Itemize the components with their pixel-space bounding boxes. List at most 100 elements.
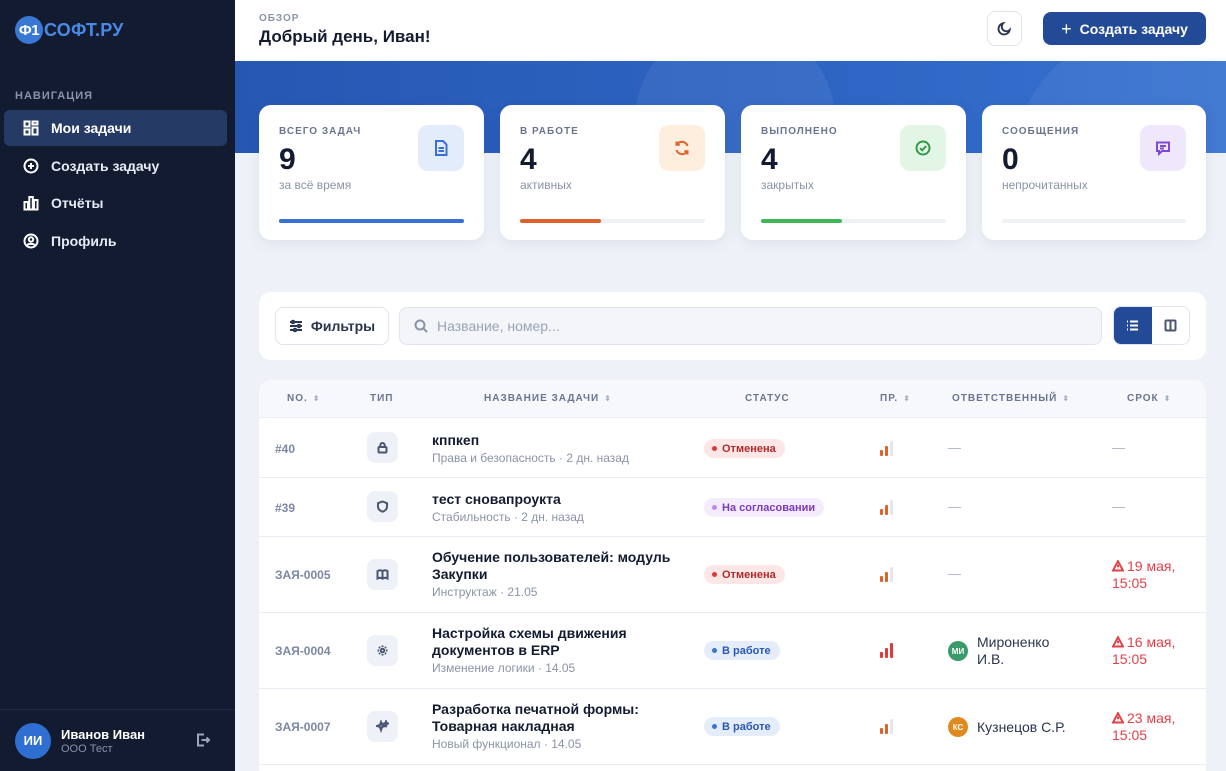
due-empty: — — [1112, 499, 1125, 514]
view-toggle — [1113, 306, 1190, 345]
tasks-table: NO. ⬍ ТИП НАЗВАНИЕ ЗАДАЧИ ⬍ СТАТУС ПР. ⬍ ОТ… — [259, 380, 1206, 771]
search-icon — [414, 319, 428, 333]
assignee[interactable]: КС Кузнецов С.Р. — [948, 717, 1066, 737]
task-title-cell: Обучение пользователей: модуль Закупки И… — [432, 549, 687, 599]
user-org: ООО Тест — [61, 742, 113, 755]
column-header-due[interactable]: СРОК ⬍ — [1127, 393, 1171, 404]
sidebar: Ф1 СОФТ.РУ НАВИГАЦИЯ Мои задачи Создать … — [0, 0, 235, 771]
sidebar-item-label: Мои задачи — [51, 120, 132, 136]
task-number[interactable]: ЗАЯ-0004 — [275, 644, 331, 658]
user-name: Иванов Иван — [61, 726, 146, 742]
task-title[interactable]: Разработка печатной формы: Товарная накл… — [432, 701, 687, 735]
sidebar-item-profile[interactable]: Профиль — [4, 223, 227, 259]
sidebar-nav: Мои задачи Создать задачу Отчёты Профиль — [4, 110, 227, 260]
sidebar-item-my-tasks[interactable]: Мои задачи — [4, 110, 227, 146]
task-title[interactable]: Настройка схемы движения документов в ER… — [432, 625, 687, 659]
sidebar-item-create-task[interactable]: Создать задачу — [4, 148, 227, 184]
column-header-title[interactable]: НАЗВАНИЕ ЗАДАЧИ ⬍ — [484, 393, 612, 404]
due-date: 16 мая, 15:05 — [1111, 634, 1176, 667]
table-row[interactable]: ЗАЯ-0007 Разработка печатной формы: Това… — [259, 689, 1206, 765]
status-badge: На согласовании — [704, 498, 825, 517]
stat-subtitle: активных — [520, 178, 572, 192]
columns-icon — [1164, 319, 1177, 332]
stat-card-done[interactable]: ВЫПОЛНЕНО 4 закрытых — [741, 105, 966, 240]
table-row[interactable]: #39 тест сновапроукта Стабильность · 2 д… — [259, 478, 1206, 537]
stat-label: ВЫПОЛНЕНО — [761, 126, 838, 137]
task-meta: Новый функционал · 14.05 — [432, 737, 582, 751]
priority-indicator — [880, 718, 896, 734]
column-header-status: СТАТУС — [745, 393, 790, 404]
moon-icon — [997, 21, 1012, 36]
logo[interactable]: Ф1 СОФТ.РУ — [15, 16, 124, 44]
table-row[interactable]: ЗАЯ-0004 Настройка схемы движения докуме… — [259, 613, 1206, 689]
stat-card-in-progress[interactable]: В РАБОТЕ 4 активных — [500, 105, 725, 240]
stat-subtitle: непрочитанных — [1002, 178, 1088, 192]
logout-icon[interactable] — [195, 732, 211, 748]
lock-icon — [367, 432, 398, 463]
assignee-name: Кузнецов С.Р. — [977, 718, 1066, 735]
stat-label: В РАБОТЕ — [520, 126, 579, 137]
stat-progress — [1002, 219, 1186, 223]
task-title[interactable]: тест сновапроукта — [432, 491, 687, 508]
task-title-cell: Настройка схемы движения документов в ER… — [432, 625, 687, 675]
task-title[interactable]: Обучение пользователей: модуль Закупки — [432, 549, 687, 583]
create-task-label: Создать задачу — [1079, 20, 1188, 37]
page-title: Добрый день, Иван! — [259, 27, 431, 46]
plus-circle-icon — [23, 158, 39, 174]
status-badge: В работе — [704, 641, 780, 660]
task-meta: Права и безопасность · 2 дн. назад — [432, 451, 629, 465]
search-box — [399, 307, 1102, 345]
board-view-button[interactable] — [1152, 307, 1190, 344]
column-header-assignee[interactable]: ОТВЕТСТВЕННЫЙ ⬍ — [952, 393, 1070, 404]
stat-card-total[interactable]: ВСЕГО ЗАДАЧ 9 за всё время — [259, 105, 484, 240]
assignee-empty: — — [948, 499, 961, 514]
task-title-cell: тест сновапроукта Стабильность · 2 дн. н… — [432, 491, 687, 524]
user-circle-icon — [23, 233, 39, 249]
assignee-empty: — — [948, 566, 961, 581]
column-header-no[interactable]: NO. ⬍ — [287, 393, 320, 404]
sliders-icon — [289, 319, 302, 333]
avatar[interactable]: ИИ — [15, 722, 51, 759]
gear-icon — [367, 635, 398, 666]
sparkle-icon — [367, 711, 398, 742]
theme-toggle-button[interactable] — [987, 11, 1022, 46]
status-badge: В работе — [704, 717, 780, 736]
filters-label: Фильтры — [310, 318, 376, 334]
assignee[interactable]: МИ Мироненко И.В. — [948, 634, 1067, 668]
priority-indicator — [880, 566, 896, 582]
stat-value: 4 — [761, 143, 778, 176]
stat-card-messages[interactable]: СООБЩЕНИЯ 0 непрочитанных — [982, 105, 1206, 240]
warning-icon — [1111, 635, 1125, 648]
priority-indicator — [880, 440, 896, 456]
sidebar-item-label: Отчёты — [51, 195, 104, 211]
due-date: 23 мая, 15:05 — [1111, 710, 1176, 743]
table-row[interactable]: #40 кппкеп Права и безопасность · 2 дн. … — [259, 419, 1206, 478]
task-title-cell: кппкеп Права и безопасность · 2 дн. наза… — [432, 432, 687, 465]
search-input[interactable] — [437, 318, 1077, 334]
filters-button[interactable]: Фильтры — [275, 307, 389, 345]
bar-chart-icon — [23, 195, 39, 211]
grid-icon — [23, 120, 39, 136]
user-panel: ИИ Иванов Иван ООО Тест — [0, 709, 235, 771]
list-view-button[interactable] — [1114, 307, 1152, 344]
task-number[interactable]: ЗАЯ-0005 — [275, 568, 331, 582]
status-badge: Отменена — [704, 565, 785, 584]
task-number[interactable]: ЗАЯ-0007 — [275, 720, 331, 734]
column-header-priority[interactable]: ПР. ⬍ — [880, 393, 911, 404]
table-row[interactable]: ЗАЯ-0005 Обучение пользователей: модуль … — [259, 537, 1206, 613]
task-meta: Стабильность · 2 дн. назад — [432, 510, 584, 524]
refresh-icon — [659, 125, 705, 171]
sidebar-item-reports[interactable]: Отчёты — [4, 185, 227, 221]
check-circle-icon — [900, 125, 946, 171]
filter-bar: Фильтры — [259, 292, 1206, 360]
task-number[interactable]: #40 — [275, 442, 295, 456]
assignee-empty: — — [948, 440, 961, 455]
nav-section-title: НАВИГАЦИЯ — [15, 90, 94, 102]
avatar: КС — [948, 717, 968, 737]
task-number[interactable]: #39 — [275, 501, 295, 515]
create-task-button[interactable]: + Создать задачу — [1043, 12, 1206, 45]
due-date: 19 мая, 15:05 — [1111, 558, 1176, 591]
status-badge: Отменена — [704, 439, 785, 458]
task-title[interactable]: кппкеп — [432, 432, 687, 449]
stat-value: 0 — [1002, 143, 1019, 176]
